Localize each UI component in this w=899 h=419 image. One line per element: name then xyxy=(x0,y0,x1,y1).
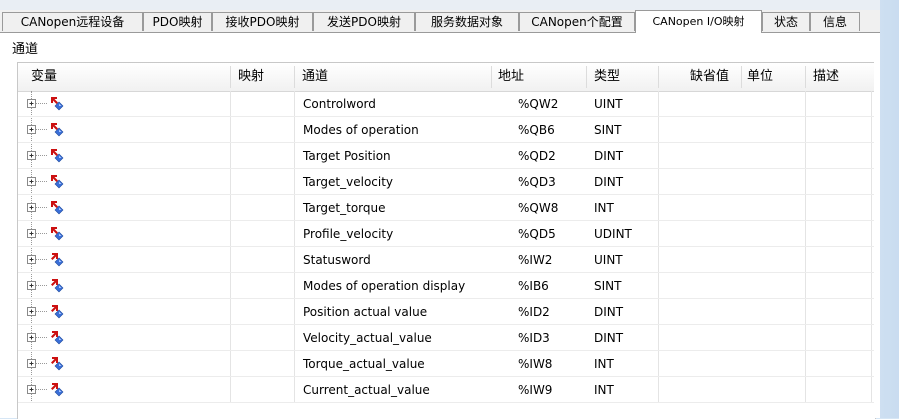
column-header-description[interactable]: 描述 xyxy=(813,63,839,91)
column-header-address[interactable]: 地址 xyxy=(498,63,524,91)
type-value: DINT xyxy=(594,305,624,319)
top-strip xyxy=(0,0,880,10)
input-variable-icon xyxy=(48,251,66,269)
table-row[interactable]: Profile_velocity %QD5 UDINT xyxy=(18,221,875,247)
address-value: %IW8 xyxy=(518,357,553,371)
input-variable-icon xyxy=(48,381,66,399)
channel-name: Modes of operation display xyxy=(303,279,466,293)
address-value: %QD3 xyxy=(518,175,556,189)
tab-send-pdo-mapping[interactable]: 发送PDO映射 xyxy=(313,12,415,31)
channel-name: Position actual value xyxy=(303,305,428,319)
channel-name: Profile_velocity xyxy=(303,227,394,241)
address-value: %QW2 xyxy=(518,97,559,111)
address-value: %IW2 xyxy=(518,253,553,267)
tab-canopen-config[interactable]: CANopen个配置 xyxy=(519,12,635,31)
column-header-mapping[interactable]: 映射 xyxy=(238,63,264,91)
table-row[interactable]: Controlword %QW2 UINT xyxy=(18,91,875,117)
tab-canopen-remote-device[interactable]: CANopen远程设备 xyxy=(2,12,143,31)
address-value: %ID3 xyxy=(518,331,550,345)
column-header-default[interactable]: 缺省值 xyxy=(690,63,729,91)
grid-header: 变量 映射 通道 地址 类型 缺省值 单位 描述 xyxy=(18,63,875,92)
channel-name: Statusword xyxy=(303,253,371,267)
section-title: 通道 xyxy=(12,42,39,57)
tab-info[interactable]: 信息 xyxy=(810,12,860,31)
column-separator[interactable] xyxy=(491,66,492,88)
channel-name: Controlword xyxy=(303,97,376,111)
io-mapping-grid: 变量 映射 通道 地址 类型 缺省值 单位 描述 Controlword %QW2… xyxy=(17,62,876,419)
column-separator[interactable] xyxy=(294,66,295,88)
type-value: DINT xyxy=(594,331,624,345)
column-separator[interactable] xyxy=(805,66,806,88)
type-value: UINT xyxy=(594,253,623,267)
column-header-type[interactable]: 类型 xyxy=(594,63,620,91)
tab-bar: CANopen远程设备 PDO映射 接收PDO映射 发送PDO映射 服务数据对象… xyxy=(0,10,880,33)
window-edge xyxy=(874,62,880,418)
output-variable-icon xyxy=(48,121,66,139)
address-value: %QD2 xyxy=(518,149,556,163)
tab-status[interactable]: 状态 xyxy=(762,12,810,31)
channel-name: Torque_actual_value xyxy=(303,357,425,371)
table-row[interactable]: Modes of operation display %IB6 SINT xyxy=(18,273,875,299)
address-value: %IB6 xyxy=(518,279,549,293)
type-value: DINT xyxy=(594,149,624,163)
input-variable-icon xyxy=(48,277,66,295)
output-variable-icon xyxy=(48,225,66,243)
table-row[interactable]: Target Position %QD2 DINT xyxy=(18,143,875,169)
column-header-channel[interactable]: 通道 xyxy=(302,63,328,91)
table-row[interactable]: Target_velocity %QD3 DINT xyxy=(18,169,875,195)
type-value: INT xyxy=(594,201,614,215)
address-value: %IW9 xyxy=(518,383,553,397)
table-row[interactable]: Torque_actual_value %IW8 INT xyxy=(18,351,875,377)
table-row[interactable]: Statusword %IW2 UINT xyxy=(18,247,875,273)
column-separator[interactable] xyxy=(586,66,587,88)
input-variable-icon xyxy=(48,329,66,347)
type-value: SINT xyxy=(594,279,622,293)
channel-name: Modes of operation xyxy=(303,123,419,137)
tab-receive-pdo-mapping[interactable]: 接收PDO映射 xyxy=(212,12,313,31)
channel-name: Target_velocity xyxy=(303,175,394,189)
type-value: UDINT xyxy=(594,227,632,241)
column-header-variable[interactable]: 变量 xyxy=(31,63,57,91)
channel-name: Target_torque xyxy=(303,201,386,215)
input-variable-icon xyxy=(48,303,66,321)
output-variable-icon xyxy=(48,95,66,113)
table-row[interactable]: Modes of operation %QB6 SINT xyxy=(18,117,875,143)
output-variable-icon xyxy=(48,199,66,217)
device-editor-window: CANopen远程设备 PDO映射 接收PDO映射 发送PDO映射 服务数据对象… xyxy=(0,0,880,419)
output-variable-icon xyxy=(48,173,66,191)
input-variable-icon xyxy=(48,355,66,373)
address-value: %QD5 xyxy=(518,227,556,241)
address-value: %QW8 xyxy=(518,201,559,215)
column-separator[interactable] xyxy=(658,66,659,88)
type-value: DINT xyxy=(594,175,624,189)
table-row[interactable]: Velocity_actual_value %ID3 DINT xyxy=(18,325,875,351)
tab-pdo-mapping[interactable]: PDO映射 xyxy=(143,12,212,31)
channel-name: Target Position xyxy=(303,149,391,163)
address-value: %ID2 xyxy=(518,305,550,319)
tab-sdo[interactable]: 服务数据对象 xyxy=(415,12,519,31)
output-variable-icon xyxy=(48,147,66,165)
tab-canopen-io-mapping[interactable]: CANopen I/O映射 xyxy=(635,10,762,33)
type-value: SINT xyxy=(594,123,622,137)
column-header-unit[interactable]: 单位 xyxy=(747,63,773,91)
column-separator[interactable] xyxy=(741,66,742,88)
type-value: INT xyxy=(594,383,614,397)
channel-name: Velocity_actual_value xyxy=(303,331,432,345)
type-value: UINT xyxy=(594,97,623,111)
channel-name: Current_actual_value xyxy=(303,383,430,397)
table-row[interactable]: Position actual value %ID2 DINT xyxy=(18,299,875,325)
type-value: INT xyxy=(594,357,614,371)
column-separator[interactable] xyxy=(230,66,231,88)
table-row[interactable]: Target_torque %QW8 INT xyxy=(18,195,875,221)
table-row[interactable]: Current_actual_value %IW9 INT xyxy=(18,377,875,403)
address-value: %QB6 xyxy=(518,123,555,137)
